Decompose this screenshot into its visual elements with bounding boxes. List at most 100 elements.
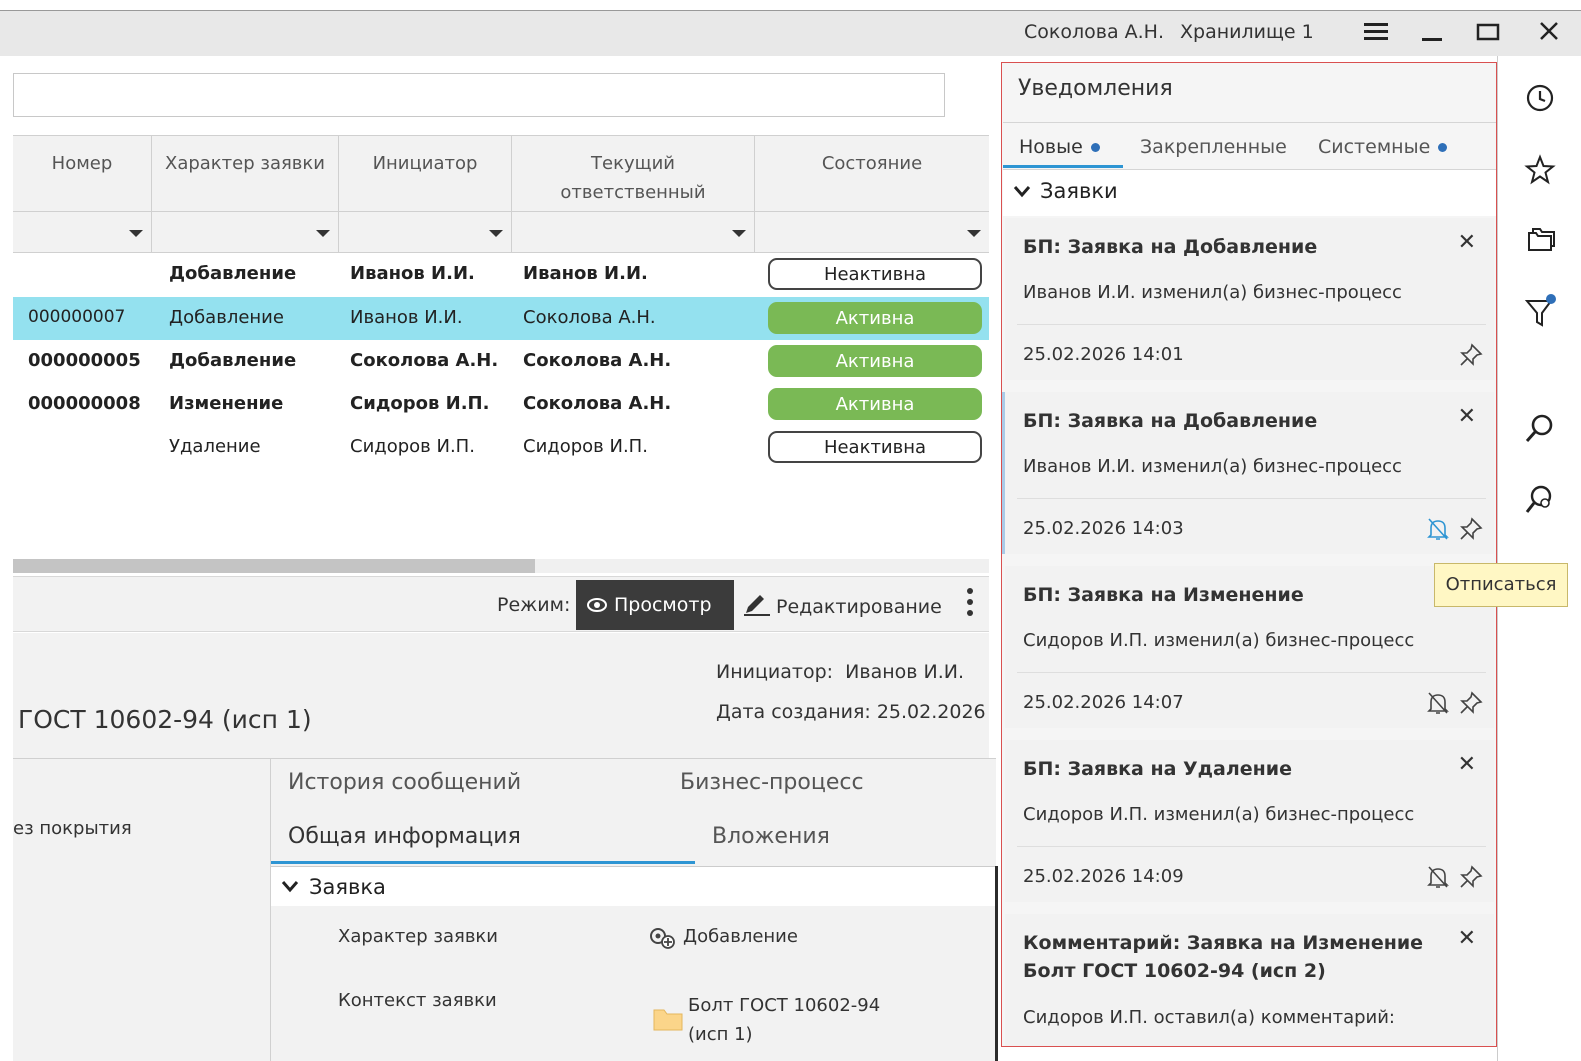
- cell-responsible: Соколова А.Н.: [523, 307, 656, 328]
- notification-text: Сидоров И.П. оставил(а) комментарий:: [1023, 1007, 1395, 1028]
- close-icon[interactable]: ✕: [1458, 404, 1476, 429]
- tab-general[interactable]: Общая информация: [288, 824, 521, 849]
- column-header-type[interactable]: Характер заявки: [152, 135, 339, 211]
- divider: [995, 866, 998, 1061]
- context-value-line1[interactable]: Болт ГОСТ 10602-94: [688, 995, 880, 1016]
- scrollbar-thumb[interactable]: [13, 559, 535, 573]
- maximize-icon[interactable]: [1476, 20, 1500, 49]
- filter-icon[interactable]: [1522, 294, 1558, 330]
- tab-new-label: Новые: [1019, 136, 1083, 158]
- search-input[interactable]: [13, 73, 945, 117]
- more-options-icon[interactable]: [963, 588, 977, 620]
- type-add-icon: [648, 924, 680, 957]
- notification-card[interactable]: БП: Заявка на Добавление ✕ Иванов И.И. и…: [1002, 392, 1494, 554]
- filter-initiator[interactable]: [339, 211, 512, 253]
- side-toolbar: [1497, 56, 1581, 1061]
- cell-number: 000000005: [28, 350, 141, 371]
- active-tab-indicator: [271, 861, 695, 864]
- tab-attachments[interactable]: Вложения: [712, 824, 830, 849]
- group-title: Заявки: [1040, 179, 1118, 203]
- unread-dot: [1090, 143, 1100, 152]
- cell-responsible: Иванов И.И.: [523, 263, 648, 284]
- notification-card[interactable]: БП: Заявка на Изменение Сидоров И.П. изм…: [1005, 566, 1494, 728]
- created-info: Дата создания: 25.02.2026: [716, 701, 986, 723]
- pin-icon[interactable]: [1458, 342, 1484, 368]
- property-text: ез покрытия: [13, 818, 132, 839]
- section-title: Заявка: [309, 875, 386, 899]
- cell-initiator: Соколова А.Н.: [350, 350, 499, 371]
- cell-type: Добавление: [169, 307, 284, 328]
- tab-new[interactable]: Новые: [1019, 136, 1100, 158]
- storage-name[interactable]: Хранилище 1: [1180, 21, 1314, 43]
- table-row[interactable]: 000000005 Добавление Соколова А.Н. Сокол…: [13, 340, 989, 383]
- unsubscribe-bell-icon[interactable]: [1426, 690, 1450, 716]
- notification-card[interactable]: Комментарий: Заявка на Изменение Болт ГО…: [1005, 914, 1494, 1046]
- chevron-down-icon: [1013, 186, 1031, 198]
- status-badge: Неактивна: [768, 431, 982, 463]
- column-header-number[interactable]: Номер: [13, 135, 152, 211]
- status-badge: Активна: [768, 345, 982, 377]
- search-icon[interactable]: [1522, 410, 1558, 446]
- tab-history[interactable]: История сообщений: [288, 770, 521, 795]
- group-header[interactable]: Заявки: [1003, 170, 1496, 216]
- cell-type: Добавление: [169, 263, 297, 284]
- cell-responsible: Соколова А.Н.: [523, 350, 672, 371]
- chevron-down-icon: [281, 881, 299, 893]
- pin-icon[interactable]: [1458, 516, 1484, 542]
- notification-title: БП: Заявка на Добавление: [1023, 236, 1318, 258]
- eye-icon: [587, 598, 607, 612]
- tab-pinned[interactable]: Закрепленные: [1140, 136, 1287, 158]
- view-mode-button[interactable]: Просмотр: [576, 580, 734, 630]
- unsubscribe-bell-icon[interactable]: [1426, 516, 1450, 542]
- filter-type[interactable]: [152, 211, 339, 253]
- notification-card[interactable]: БП: Заявка на Удаление ✕ Сидоров И.П. из…: [1005, 740, 1494, 902]
- close-icon[interactable]: ✕: [1458, 230, 1476, 255]
- unsubscribe-bell-icon[interactable]: [1426, 864, 1450, 890]
- table-row[interactable]: 000000007 Добавление Иванов И.И. Соколов…: [13, 297, 989, 340]
- close-icon[interactable]: ✕: [1458, 926, 1476, 951]
- tab-system[interactable]: Системные: [1318, 136, 1448, 158]
- menu-icon[interactable]: [1362, 18, 1390, 52]
- tab-system-label: Системные: [1318, 136, 1431, 158]
- current-user[interactable]: Соколова А.Н.: [1024, 21, 1164, 43]
- context-value-line2[interactable]: (исп 1): [688, 1024, 753, 1045]
- minimize-icon[interactable]: [1420, 20, 1444, 49]
- cell-initiator: Сидоров И.П.: [350, 393, 490, 414]
- cell-number: 000000008: [28, 393, 141, 414]
- initiator-value: Иванов И.И.: [845, 661, 964, 683]
- notification-card[interactable]: БП: Заявка на Добавление ✕ Иванов И.И. и…: [1005, 218, 1494, 380]
- initiator-info: Инициатор: Иванов И.И.: [716, 661, 964, 683]
- notification-date: 25.02.2026 14:01: [1023, 344, 1184, 365]
- history-clock-icon[interactable]: [1522, 80, 1558, 116]
- close-icon[interactable]: ✕: [1458, 752, 1476, 777]
- table-row[interactable]: Удаление Сидоров И.П. Сидоров И.П. Неакт…: [13, 426, 989, 469]
- pin-icon[interactable]: [1458, 864, 1484, 890]
- status-badge: Активна: [768, 302, 982, 334]
- table-row[interactable]: Добавление Иванов И.И. Иванов И.И. Неакт…: [13, 253, 989, 296]
- edit-mode-button[interactable]: Редактирование: [742, 593, 942, 618]
- star-icon[interactable]: [1522, 152, 1558, 188]
- column-header-initiator[interactable]: Инициатор: [339, 135, 512, 211]
- type-label: Характер заявки: [338, 926, 499, 947]
- tab-business-process[interactable]: Бизнес-процесс: [680, 770, 864, 795]
- folders-icon[interactable]: [1522, 222, 1558, 258]
- notification-date: 25.02.2026 14:09: [1023, 866, 1184, 887]
- table-row[interactable]: 000000008 Изменение Сидоров И.П. Соколов…: [13, 383, 989, 426]
- notification-text: Иванов И.И. изменил(а) бизнес-процесс: [1023, 282, 1402, 303]
- close-icon[interactable]: [1538, 20, 1560, 47]
- title-bar: [0, 10, 1581, 56]
- notification-title: БП: Заявка на Добавление: [1023, 410, 1318, 432]
- filter-state[interactable]: [755, 211, 989, 253]
- column-header-responsible[interactable]: Текущий ответственный: [512, 135, 755, 211]
- filter-number[interactable]: [13, 211, 152, 253]
- pencil-icon: [744, 595, 770, 616]
- section-header[interactable]: Заявка: [271, 866, 996, 906]
- filter-responsible[interactable]: [512, 211, 755, 253]
- advanced-search-icon[interactable]: [1522, 482, 1558, 518]
- column-header-state[interactable]: Состояние: [755, 135, 989, 211]
- notification-text: Иванов И.И. изменил(а) бизнес-процесс: [1023, 456, 1402, 477]
- pin-icon[interactable]: [1458, 690, 1484, 716]
- notification-title: БП: Заявка на Изменение: [1023, 584, 1304, 606]
- cell-type: Изменение: [169, 393, 284, 414]
- notification-title: Комментарий: Заявка на Изменение: [1023, 932, 1424, 954]
